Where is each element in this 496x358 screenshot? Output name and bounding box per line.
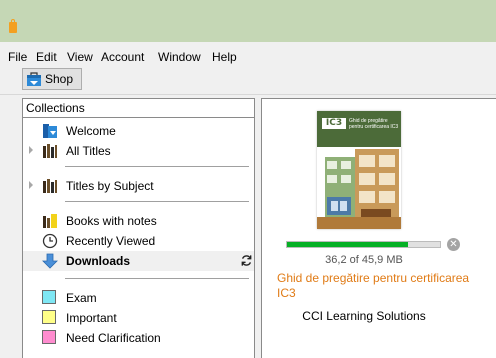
notes-icon: [43, 214, 57, 228]
books-icon: [43, 179, 57, 193]
sidebar-item-books-with-notes[interactable]: Books with notes: [23, 211, 254, 231]
tag-label: Important: [66, 311, 117, 325]
shop-button[interactable]: Shop: [22, 68, 82, 90]
menu-account[interactable]: Account: [101, 50, 144, 64]
cover-badge: IC3: [322, 118, 346, 129]
tag-important[interactable]: Important: [23, 308, 254, 328]
divider: [65, 278, 249, 279]
tag-need-clarification[interactable]: Need Clarification: [23, 328, 254, 348]
tag-color-swatch: [42, 310, 56, 324]
cover-band: [317, 111, 401, 149]
menu-file[interactable]: File: [8, 50, 27, 64]
download-size-text: 36,2 of 45,9 MB: [325, 254, 403, 266]
clock-icon: [42, 233, 58, 249]
menu-help[interactable]: Help: [212, 50, 237, 64]
cover-illustration: [317, 147, 401, 229]
cancel-download-icon[interactable]: ✕: [447, 238, 460, 251]
download-arrow-icon: [42, 253, 58, 269]
sidebar-item-label: Welcome: [66, 124, 116, 138]
sidebar-item-label: Titles by Subject: [66, 179, 154, 193]
books-icon: [43, 144, 57, 158]
sidebar-item-label: Books with notes: [66, 214, 157, 228]
sidebar-item-titles-by-subject[interactable]: Titles by Subject: [23, 176, 254, 196]
cover-title: Ghid de pregătire pentru certificarea IC…: [349, 118, 399, 130]
menu-window[interactable]: Window: [158, 50, 201, 64]
tag-color-swatch: [42, 290, 56, 304]
collections-sidebar: Collections Welcome All Titles Titles by…: [22, 98, 255, 358]
downloads-panel: IC3 Ghid de pregătire pentru certificare…: [261, 98, 496, 358]
welcome-icon: [43, 124, 57, 138]
publisher-name: CCI Learning Solutions: [302, 309, 426, 323]
tag-label: Exam: [66, 291, 97, 305]
tag-exam[interactable]: Exam: [23, 288, 254, 308]
menu-edit[interactable]: Edit: [36, 50, 57, 64]
sidebar-item-all-titles[interactable]: All Titles: [23, 141, 254, 161]
tag-label: Need Clarification: [66, 331, 161, 345]
download-progress-bar: [286, 241, 441, 248]
expand-arrow-icon[interactable]: [29, 146, 33, 154]
sidebar-item-downloads[interactable]: Downloads: [23, 251, 254, 271]
sidebar-item-label: Recently Viewed: [66, 234, 156, 248]
sidebar-item-label: All Titles: [66, 144, 111, 158]
tag-color-swatch: [42, 330, 56, 344]
download-progress-fill: [287, 242, 408, 247]
title-bar: [0, 0, 496, 42]
shop-label: Shop: [45, 72, 74, 86]
shop-icon: [27, 72, 41, 86]
bag-icon[interactable]: [9, 19, 17, 33]
book-title-link[interactable]: Ghid de pregătire pentru certificarea IC…: [277, 271, 477, 301]
divider: [65, 166, 249, 167]
collections-header: Collections: [23, 99, 254, 118]
menu-bar: File Edit View Account Window Help: [0, 42, 496, 64]
menu-view[interactable]: View: [67, 50, 93, 64]
expand-arrow-icon[interactable]: [29, 181, 33, 189]
sidebar-item-label: Downloads: [66, 254, 131, 268]
toolbar: Shop: [0, 64, 496, 95]
sidebar-item-welcome[interactable]: Welcome: [23, 121, 254, 141]
sidebar-item-recently-viewed[interactable]: Recently Viewed: [23, 231, 254, 251]
sync-icon[interactable]: [240, 254, 253, 267]
divider: [65, 201, 249, 202]
book-cover[interactable]: IC3 Ghid de pregătire pentru certificare…: [317, 111, 401, 229]
